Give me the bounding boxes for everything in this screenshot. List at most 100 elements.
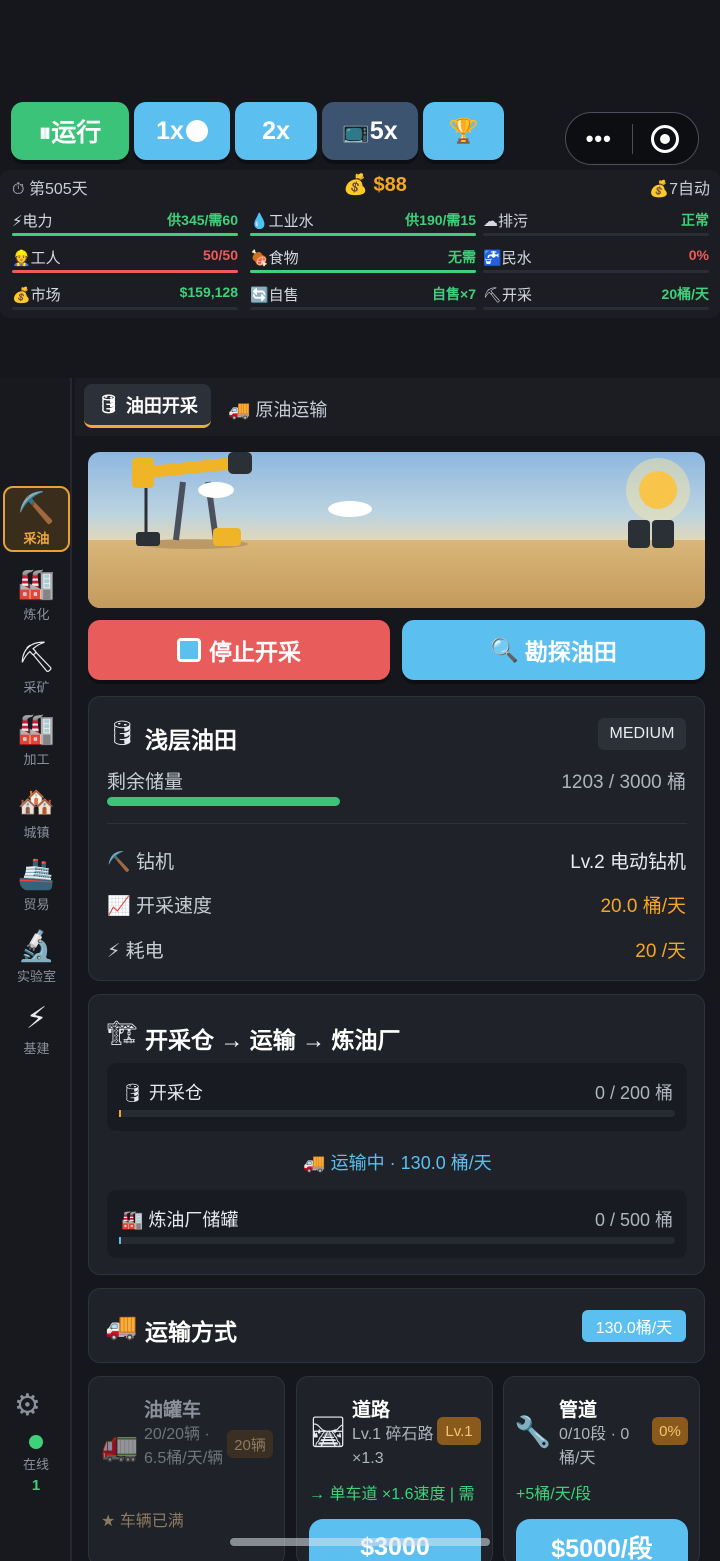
reserve-label: 剩余储量 — [107, 772, 184, 793]
sidebar-item-0[interactable]: ⛏️ 采油 — [3, 486, 70, 552]
stat-label: ⚡电力 — [12, 213, 53, 230]
stop-mining-button[interactable]: 停止开采 — [88, 620, 390, 680]
status-stat: 🍖食物 无需 — [250, 247, 476, 277]
stop-icon — [177, 638, 201, 662]
silo-storage: 🛢 开采仓 0 / 200 桶 — [107, 1063, 687, 1131]
run-pause-label: ⏸运行 — [38, 119, 102, 147]
explore-oilfield-button[interactable]: 🔍 勘探油田 — [402, 620, 705, 680]
stat-label: 🔄自售 — [250, 287, 299, 304]
circle-icon — [185, 120, 208, 142]
tab-oilfield-label: 油田开采 — [125, 395, 198, 416]
miniprogram-capsule: ••• — [565, 112, 699, 165]
status-stat: ⛏开采 20桶/天 — [483, 284, 709, 314]
stat-bar — [12, 270, 238, 273]
status-stat: 🚰民水 0% — [483, 247, 709, 277]
sidebar-item-label: 采矿 — [23, 679, 50, 695]
chart-up-icon: 📈 — [107, 896, 131, 917]
pipe-detail: 0/10段 · 0桶/天 — [559, 1426, 630, 1467]
sidebar-item-1[interactable]: 🏭 炼化 — [3, 562, 70, 628]
sidebar-item-3[interactable]: 🏭 加工 — [3, 707, 70, 773]
settings-button[interactable]: ⚙ — [14, 1388, 41, 1423]
tank-name: 🏭 炼油厂储罐 — [121, 1206, 238, 1232]
sidebar-item-icon: ⛏ — [17, 640, 56, 674]
close-miniprogram-button[interactable] — [633, 124, 699, 153]
status-stat: 💰市场 $159,128 — [12, 284, 238, 314]
stat-bar — [483, 307, 709, 310]
reserve-value: 1203 / 3000 桶 — [561, 772, 686, 793]
sidebar-item-icon: 🚢 — [17, 857, 56, 891]
refinery-tank: 🏭 炼油厂储罐 0 / 500 桶 — [107, 1190, 687, 1258]
barrel-icon: 🛢 — [107, 720, 138, 747]
stat-bar — [483, 270, 709, 273]
run-pause-button[interactable]: ⏸运行 — [11, 102, 129, 160]
pipeline-card[interactable]: 🔧 管道 0/10段 · 0桶/天 0% +5桶/天/段 $5000/段 — [503, 1376, 700, 1561]
stat-value: $159,128 — [179, 284, 238, 300]
stat-value: 0% — [688, 247, 709, 263]
day-counter: ⏱ 第505天 — [12, 181, 88, 198]
pickaxe-icon: ⛏️ — [107, 852, 131, 873]
stat-bar — [250, 307, 476, 310]
road-card[interactable]: 🛤 道路 Lv.1 碎石路 ×1.3 Lv.1 → 单车道 ×1.6速度 | 需… — [296, 1376, 493, 1561]
oilfield-card: 🛢 浅层油田 MEDIUM 剩余储量 1203 / 3000 桶 ⛏️ 钻机 L… — [88, 696, 705, 981]
stat-value: 正常 — [681, 212, 709, 228]
sidebar-item-7[interactable]: ⚡ 基建 — [3, 996, 70, 1062]
rig-value: Lv.2 电动钻机 — [570, 852, 686, 873]
status-stat: 🔄自售 自售×7 — [250, 284, 476, 314]
road-price: $3000 — [360, 1532, 430, 1561]
explore-oilfield-label: 勘探油田 — [524, 639, 617, 665]
sidebar-item-4[interactable]: 🏘️ 城镇 — [3, 780, 70, 846]
size-badge: MEDIUM — [598, 718, 686, 750]
tanker-truck-card[interactable]: 🚛 油罐车 20/20辆 · 6.5桶/天/辆 20辆 ★ 车辆已满 — [88, 1376, 285, 1561]
power-row-label: ⚡ 耗电 — [107, 936, 164, 963]
sidebar-item-6[interactable]: 🔬 实验室 — [3, 924, 70, 990]
money-value: $88 — [373, 174, 407, 196]
speed-5x-ad-button[interactable]: 📺 5x — [322, 102, 418, 160]
sidebar-item-2[interactable]: ⛏ 采矿 — [3, 635, 70, 701]
tanker-detail: 20/20辆 · 6.5桶/天/辆 — [144, 1426, 224, 1467]
silo-label: 开采仓 — [148, 1083, 203, 1103]
stat-label: 💧工业水 — [250, 213, 314, 230]
speed-label: 开采速度 — [135, 896, 212, 917]
stat-label: 🚰民水 — [483, 250, 532, 267]
sidebar-item-icon: 🏭 — [17, 567, 56, 601]
sidebar-item-icon: 🏘️ — [17, 785, 56, 819]
pipe-name: 管道 — [559, 1400, 598, 1421]
speed-1x-button[interactable]: 1x — [134, 102, 230, 160]
online-count: 1 — [31, 1477, 41, 1494]
speed-value: 20.0 桶/天 — [600, 896, 686, 917]
rig-row-label: ⛏️ 钻机 — [107, 847, 174, 874]
oil-rig-icon: 🏗 — [107, 1020, 138, 1047]
speed-row-label: 📈 开采速度 — [107, 891, 212, 918]
tab-crude-transport[interactable]: 🚚 原油运输 — [228, 396, 327, 422]
magnifier-icon: 🔍 — [490, 636, 519, 663]
road-upgrade: → 单车道 ×1.6速度 | 需 — [309, 1486, 475, 1503]
stat-bar — [12, 233, 238, 236]
sidebar-item-label: 实验室 — [16, 968, 56, 984]
road-name: 道路 — [352, 1400, 391, 1421]
barrel-icon: 🛢 — [97, 394, 120, 414]
stat-value: 50/50 — [202, 247, 238, 263]
silo-name: 🛢 开采仓 — [121, 1079, 203, 1105]
stat-value: 自售×7 — [432, 286, 476, 302]
pipe-progress-badge: 0% — [652, 1417, 688, 1445]
auto-label: 7自动 — [669, 181, 710, 198]
wrench-icon: 🔧 — [514, 1416, 552, 1449]
trophy-button[interactable]: 🏆 — [423, 102, 504, 160]
sidebar-item-5[interactable]: 🚢 贸易 — [3, 852, 70, 918]
stat-bar-fill — [250, 233, 476, 236]
pipe-build-button[interactable]: $5000/段 — [516, 1519, 688, 1561]
power-label: 耗电 — [125, 941, 164, 962]
stat-bar — [12, 307, 238, 310]
factory-icon: 🏭 — [121, 1210, 144, 1230]
sidebar-item-label: 采油 — [23, 530, 50, 546]
lightning-icon: ⚡ — [107, 941, 121, 962]
power-value: 20 /天 — [635, 941, 686, 962]
sidebar-item-icon: 🏭 — [17, 712, 56, 746]
more-menu-button[interactable]: ••• — [566, 126, 632, 152]
speed-2x-button[interactable]: 2x — [235, 102, 317, 160]
oilfield-name: 浅层油田 — [145, 727, 237, 753]
stat-value: 无需 — [448, 249, 476, 265]
auto-sell-count: 💰7自动 — [649, 181, 710, 198]
sidebar-item-label: 贸易 — [23, 896, 50, 912]
tab-oilfield[interactable]: 🛢 油田开采 — [84, 384, 211, 428]
